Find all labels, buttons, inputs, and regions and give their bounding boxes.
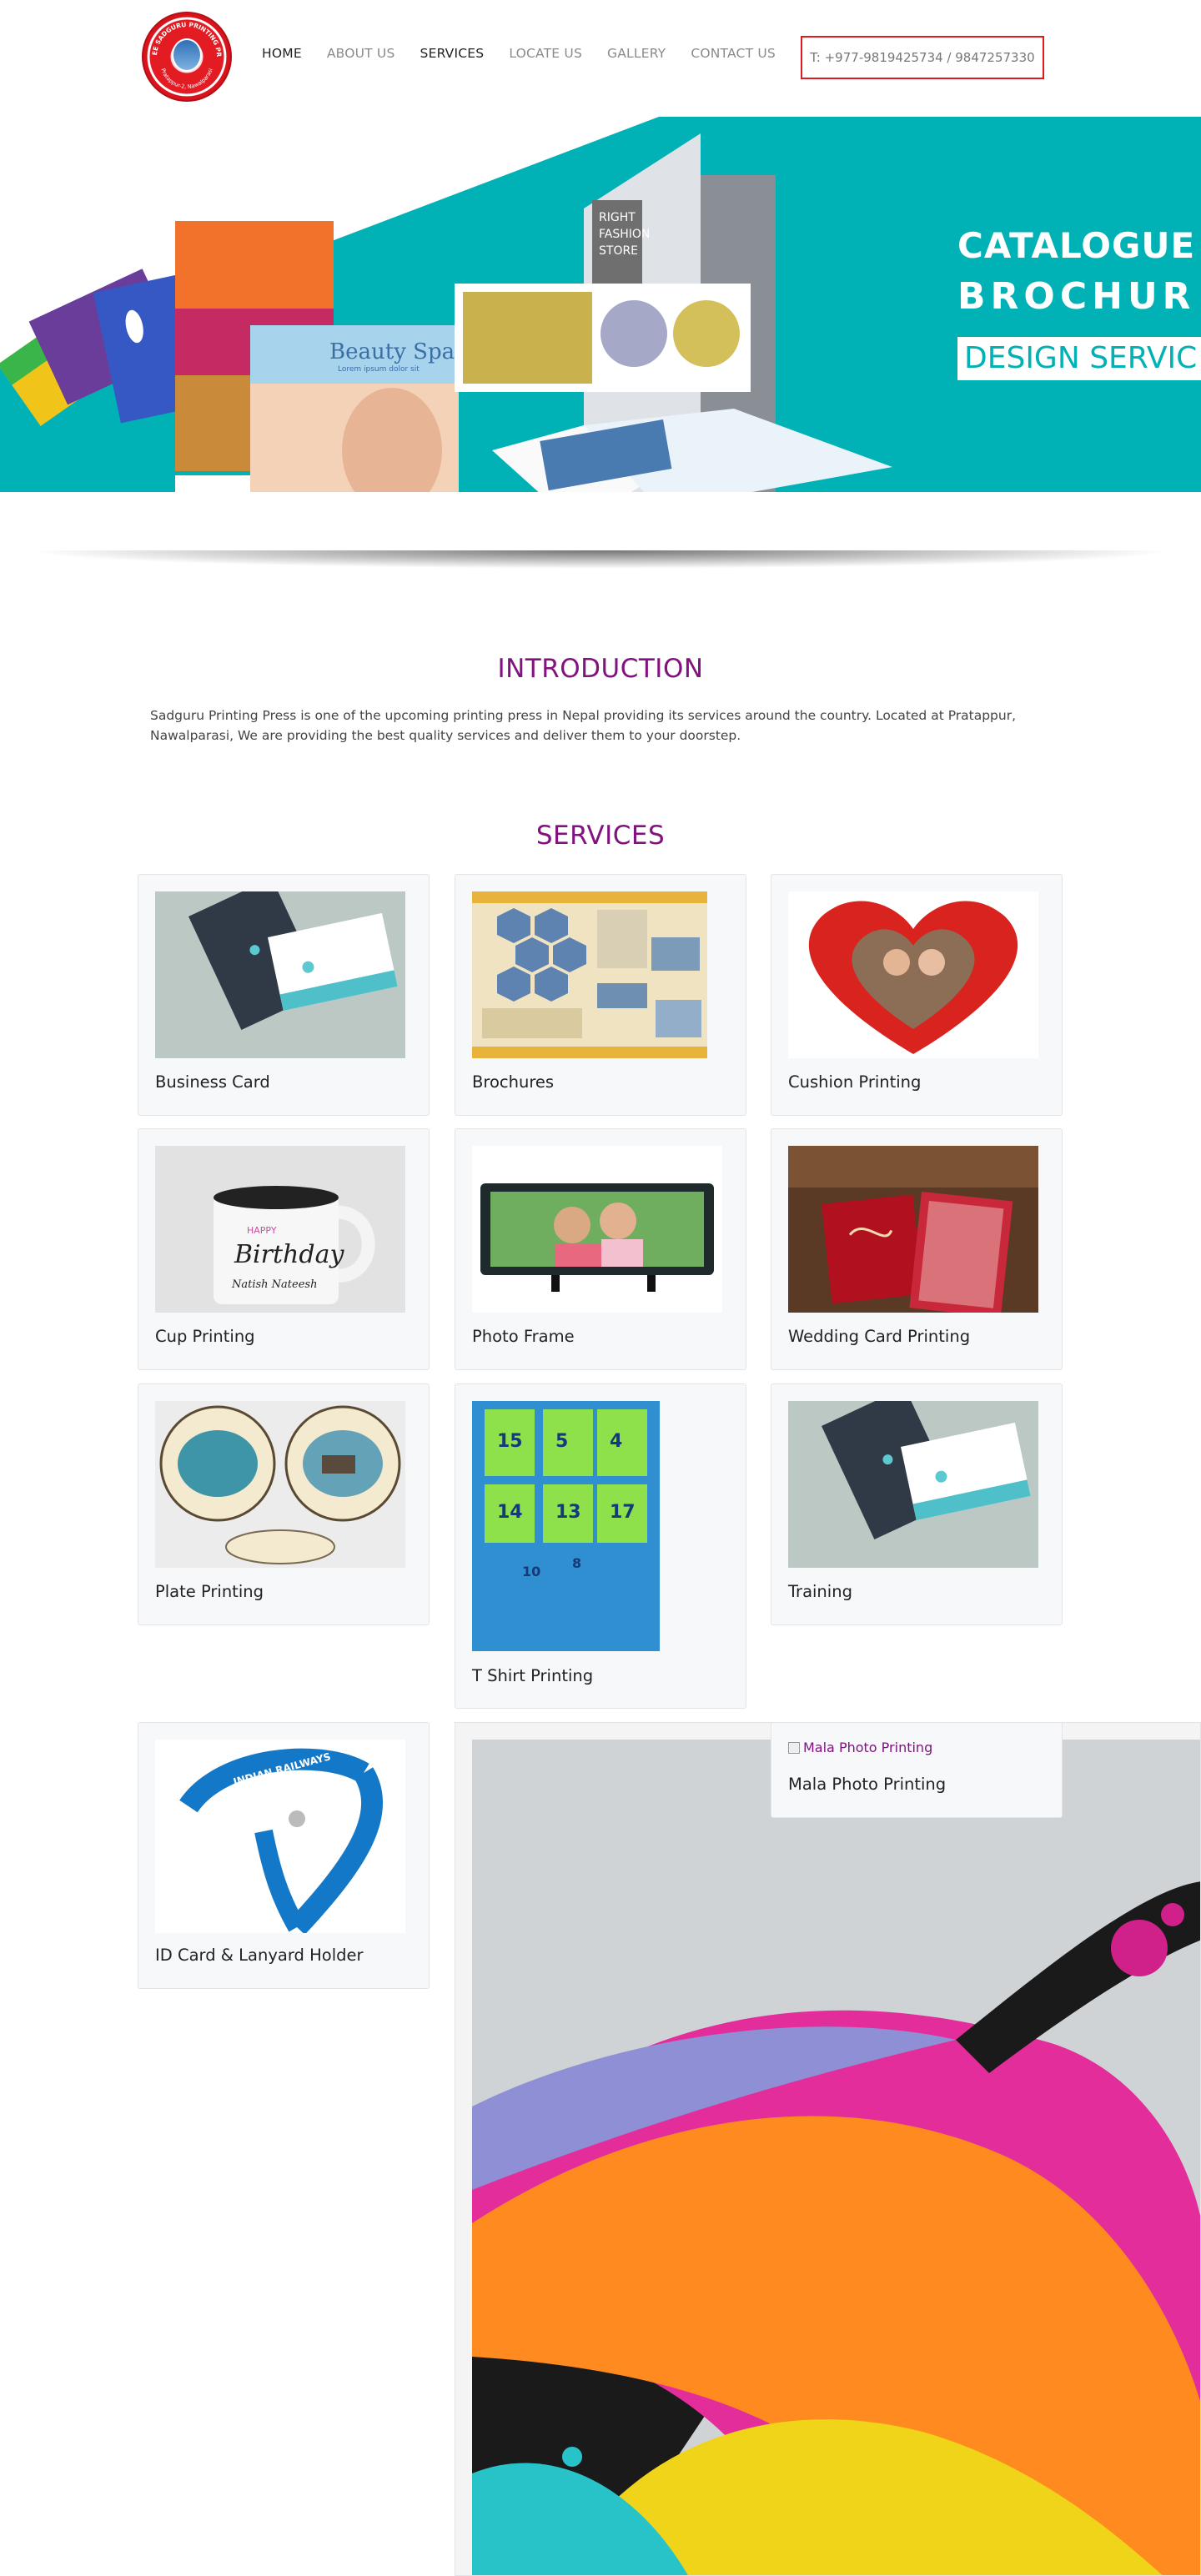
service-card-tshirt-printing[interactable]: 15 5 4 14 13 17 10 8 T Shirt Printing bbox=[455, 1383, 746, 1709]
service-card-id-card-lanyard[interactable]: INDIAN RAILWAYS ID Card & Lanyard Holder bbox=[138, 1722, 430, 1989]
business-card-image bbox=[788, 1401, 1038, 1568]
nav-services[interactable]: SERVICES bbox=[420, 46, 485, 66]
service-card-mala-photo-printing[interactable]: Mala Photo Printing Mala Photo Printing bbox=[771, 1722, 1063, 1818]
service-label: Cup Printing bbox=[155, 1327, 255, 1346]
svg-text:STORE: STORE bbox=[599, 244, 638, 258]
wedding-card-image bbox=[788, 1146, 1038, 1313]
lanyard-image: INDIAN RAILWAYS bbox=[155, 1740, 405, 1933]
service-card-brochures[interactable]: Brochures bbox=[455, 874, 746, 1116]
phone-number[interactable]: T: +977-9819425734 / 9847257330 bbox=[801, 36, 1044, 79]
intro-text: Sadguru Printing Press is one of the upc… bbox=[150, 708, 1017, 743]
services-title: SERVICES bbox=[535, 821, 666, 851]
heart-cushion-image bbox=[788, 891, 1038, 1058]
mug-image: HAPPY Birthday Natish Nateesh bbox=[155, 1146, 405, 1313]
svg-text:14: 14 bbox=[497, 1502, 523, 1523]
plates-image bbox=[155, 1401, 405, 1568]
site-header: SHREE SADGURU PRINTING PRESS Pratappur-2… bbox=[0, 0, 1201, 117]
svg-text:17: 17 bbox=[610, 1502, 636, 1523]
service-label: ID Card & Lanyard Holder bbox=[155, 1946, 364, 1965]
svg-text:15: 15 bbox=[497, 1431, 523, 1452]
svg-text:Birthday: Birthday bbox=[234, 1240, 344, 1269]
hero-slider[interactable]: Beauty Spa Lorem ipsum dolor sit RIGHT F… bbox=[0, 117, 1201, 584]
svg-text:HAPPY: HAPPY bbox=[247, 1225, 277, 1236]
service-card-business-card[interactable]: Business Card bbox=[138, 874, 430, 1116]
ink-splash-image bbox=[455, 1722, 1201, 2576]
hero-heading-line1: CATALOGUE bbox=[957, 225, 1196, 266]
service-card-plate-printing[interactable]: Plate Printing bbox=[138, 1383, 430, 1625]
svg-text:FASHION: FASHION bbox=[599, 228, 650, 241]
service-label: Plate Printing bbox=[155, 1582, 264, 1601]
svg-text:8: 8 bbox=[572, 1555, 581, 1571]
nav-locate-us[interactable]: LOCATE US bbox=[509, 46, 582, 66]
nav-home[interactable]: HOME bbox=[262, 46, 302, 66]
service-label: Photo Frame bbox=[472, 1327, 575, 1346]
hero-shadow bbox=[25, 550, 1176, 569]
service-label: Wedding Card Printing bbox=[788, 1327, 971, 1346]
service-card-cushion-printing[interactable]: Cushion Printing bbox=[771, 874, 1063, 1116]
service-card-training[interactable]: Training bbox=[771, 1383, 1063, 1625]
intro-title: INTRODUCTION bbox=[497, 654, 704, 684]
svg-text:Beauty Spa: Beauty Spa bbox=[329, 339, 455, 364]
logo-emblem bbox=[172, 38, 202, 72]
business-card-image bbox=[155, 891, 405, 1058]
service-card-cup-printing[interactable]: HAPPY Birthday Natish Nateesh Cup Printi… bbox=[138, 1128, 430, 1370]
tshirt-image: 15 5 4 14 13 17 10 8 bbox=[472, 1401, 660, 1651]
hero-heading-line3: DESIGN SERVIC bbox=[957, 337, 1201, 380]
svg-text:5: 5 bbox=[555, 1431, 568, 1452]
svg-text:Natish Nateesh: Natish Nateesh bbox=[231, 1278, 317, 1291]
brochure-image bbox=[472, 891, 707, 1058]
svg-text:RIGHT: RIGHT bbox=[599, 211, 636, 224]
nav-gallery[interactable]: GALLERY bbox=[607, 46, 666, 66]
svg-text:13: 13 bbox=[555, 1502, 581, 1523]
service-label: Brochures bbox=[472, 1072, 555, 1092]
nav-contact-us[interactable]: CONTACT US bbox=[691, 46, 776, 66]
service-label: Business Card bbox=[155, 1072, 270, 1092]
service-card-photo-frame[interactable]: Photo Frame bbox=[455, 1128, 746, 1370]
hero-heading-line2: BROCHUR bbox=[957, 275, 1196, 318]
service-label: Mala Photo Printing bbox=[788, 1775, 947, 1794]
service-label: Cushion Printing bbox=[788, 1072, 922, 1092]
svg-text:Lorem ipsum dolor sit: Lorem ipsum dolor sit bbox=[338, 365, 420, 374]
service-label: T Shirt Printing bbox=[472, 1666, 594, 1685]
service-label: Training bbox=[788, 1582, 852, 1601]
main-nav: HOME ABOUT US SERVICES LOCATE US GALLERY… bbox=[262, 46, 801, 66]
broken-image-icon: Mala Photo Printing bbox=[788, 1740, 932, 1755]
press-logo-icon[interactable]: SHREE SADGURU PRINTING PRESS Pratappur-2… bbox=[142, 12, 232, 102]
svg-text:10: 10 bbox=[522, 1564, 540, 1579]
photo-frame-image bbox=[472, 1146, 722, 1313]
service-card-wedding-card[interactable]: Wedding Card Printing bbox=[771, 1128, 1063, 1370]
svg-text:4: 4 bbox=[610, 1431, 622, 1452]
nav-about-us[interactable]: ABOUT US bbox=[327, 46, 395, 66]
